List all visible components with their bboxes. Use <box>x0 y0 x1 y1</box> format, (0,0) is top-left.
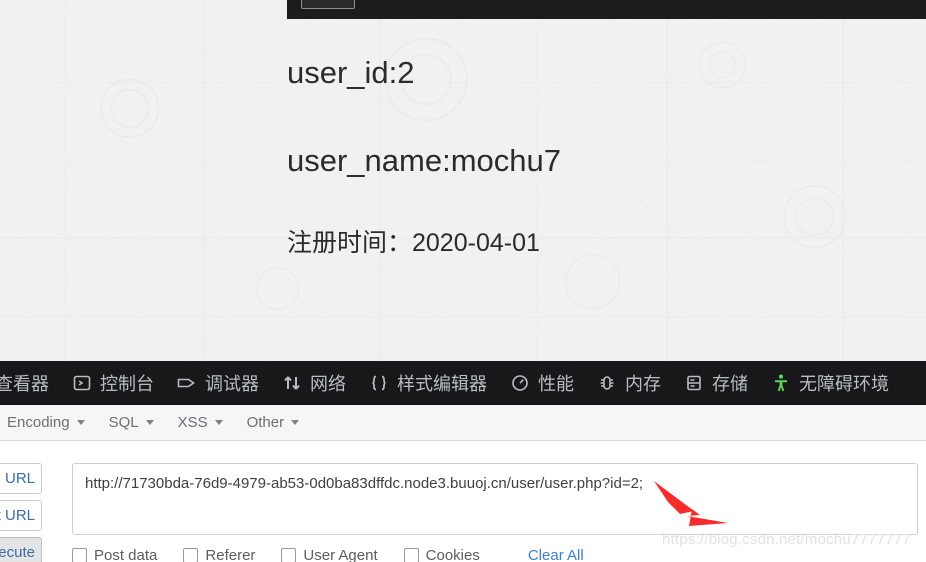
hackbar-menubar: Encoding SQL XSS Other <box>0 405 926 441</box>
user-id-text: user_id:2 <box>287 55 415 90</box>
tab-memory[interactable]: 内存 <box>585 361 672 405</box>
screenshot-root: user_id:2 user_name:mochu7 注册时间：2020-04-… <box>0 0 926 562</box>
tab-console-label: 控制台 <box>100 374 154 394</box>
tab-performance[interactable]: 性能 <box>498 361 585 405</box>
load-url-button[interactable]: Load URL <box>0 463 42 494</box>
split-url-button[interactable]: Split URL <box>0 500 42 531</box>
tab-inspector-label: 查看器 <box>0 374 49 394</box>
checkbox-referer[interactable]: Referer <box>183 547 255 562</box>
page-viewport: user_id:2 user_name:mochu7 注册时间：2020-04-… <box>0 0 926 361</box>
chevron-down-icon <box>76 420 85 425</box>
console-icon <box>71 372 93 394</box>
tab-style-editor[interactable]: 样式编辑器 <box>357 361 498 405</box>
browser-top-strip <box>287 0 926 19</box>
clear-all-link[interactable]: Clear All <box>528 547 584 562</box>
checkbox-post-data[interactable]: Post data <box>72 547 157 562</box>
performance-icon <box>509 372 531 394</box>
chevron-down-icon <box>214 420 223 425</box>
hackbar-menu-other-label: Other <box>246 414 285 431</box>
hackbar-menu-sql-label: SQL <box>108 414 139 431</box>
checkbox-post-data-label: Post data <box>94 547 158 562</box>
network-icon <box>281 372 303 394</box>
tab-storage[interactable]: 存储 <box>672 361 759 405</box>
chevron-down-icon <box>145 420 154 425</box>
hackbar-menu-encoding[interactable]: Encoding <box>0 405 97 440</box>
tab-performance-label: 性能 <box>538 374 574 394</box>
checkbox-box[interactable] <box>72 548 87 562</box>
tab-memory-label: 内存 <box>625 374 661 394</box>
hackbar-menu-sql[interactable]: SQL <box>97 405 166 440</box>
chevron-down-icon <box>291 420 300 425</box>
checkbox-box[interactable] <box>403 548 419 562</box>
tab-debugger[interactable]: 调试器 <box>165 361 270 405</box>
memory-icon <box>596 372 618 394</box>
tab-debugger-label: 调试器 <box>205 374 259 394</box>
checkbox-box[interactable] <box>281 548 297 562</box>
tab-style-editor-label: 样式编辑器 <box>397 374 487 394</box>
tab-console[interactable]: 控制台 <box>60 361 165 405</box>
register-time-text: 注册时间：2020-04-01 <box>287 229 540 257</box>
checkbox-cookies[interactable]: Cookies <box>403 547 480 562</box>
accessibility-icon <box>770 372 792 394</box>
hackbar-menu-encoding-label: Encoding <box>7 414 70 431</box>
checkbox-referer-label: Referer <box>205 547 256 562</box>
url-input[interactable]: http://71730bda-76d9-4979-ab53-0d0ba83df… <box>72 463 918 535</box>
hackbar-side-buttons: Load URL Split URL Execute <box>0 463 42 562</box>
hackbar-menu-other[interactable]: Other <box>235 405 312 440</box>
browser-toolbar-chip[interactable] <box>301 0 355 9</box>
tab-network-label: 网络 <box>310 374 346 394</box>
hackbar-options-row: Post data Referer User Agent Cookies Cle… <box>72 547 918 562</box>
tab-inspector[interactable]: 查看器 <box>0 361 60 405</box>
checkbox-cookies-label: Cookies <box>425 547 480 562</box>
debugger-icon <box>176 372 198 394</box>
csdn-watermark: https://blog.csdn.net/mochu7777777 <box>662 531 911 548</box>
tab-accessibility[interactable]: 无障碍环境 <box>759 361 900 405</box>
page-content: user_id:2 user_name:mochu7 注册时间：2020-04-… <box>0 0 926 361</box>
hackbar-menu-xss[interactable]: XSS <box>166 405 235 440</box>
checkbox-user-agent[interactable]: User Agent <box>281 547 378 562</box>
devtools-tabbar: 查看器 控制台 调试器 网络 样式编辑器 性能 内存 存储 无障碍环境 <box>0 361 926 405</box>
style-editor-icon <box>368 372 390 394</box>
hackbar-menu-xss-label: XSS <box>177 414 208 431</box>
tab-accessibility-label: 无障碍环境 <box>799 374 889 394</box>
checkbox-user-agent-label: User Agent <box>303 547 378 562</box>
tab-storage-label: 存储 <box>712 374 748 394</box>
tab-network[interactable]: 网络 <box>270 361 357 405</box>
execute-button[interactable]: Execute <box>0 537 42 562</box>
checkbox-box[interactable] <box>183 548 199 562</box>
user-name-text: user_name:mochu7 <box>287 143 561 178</box>
storage-icon <box>683 372 705 394</box>
